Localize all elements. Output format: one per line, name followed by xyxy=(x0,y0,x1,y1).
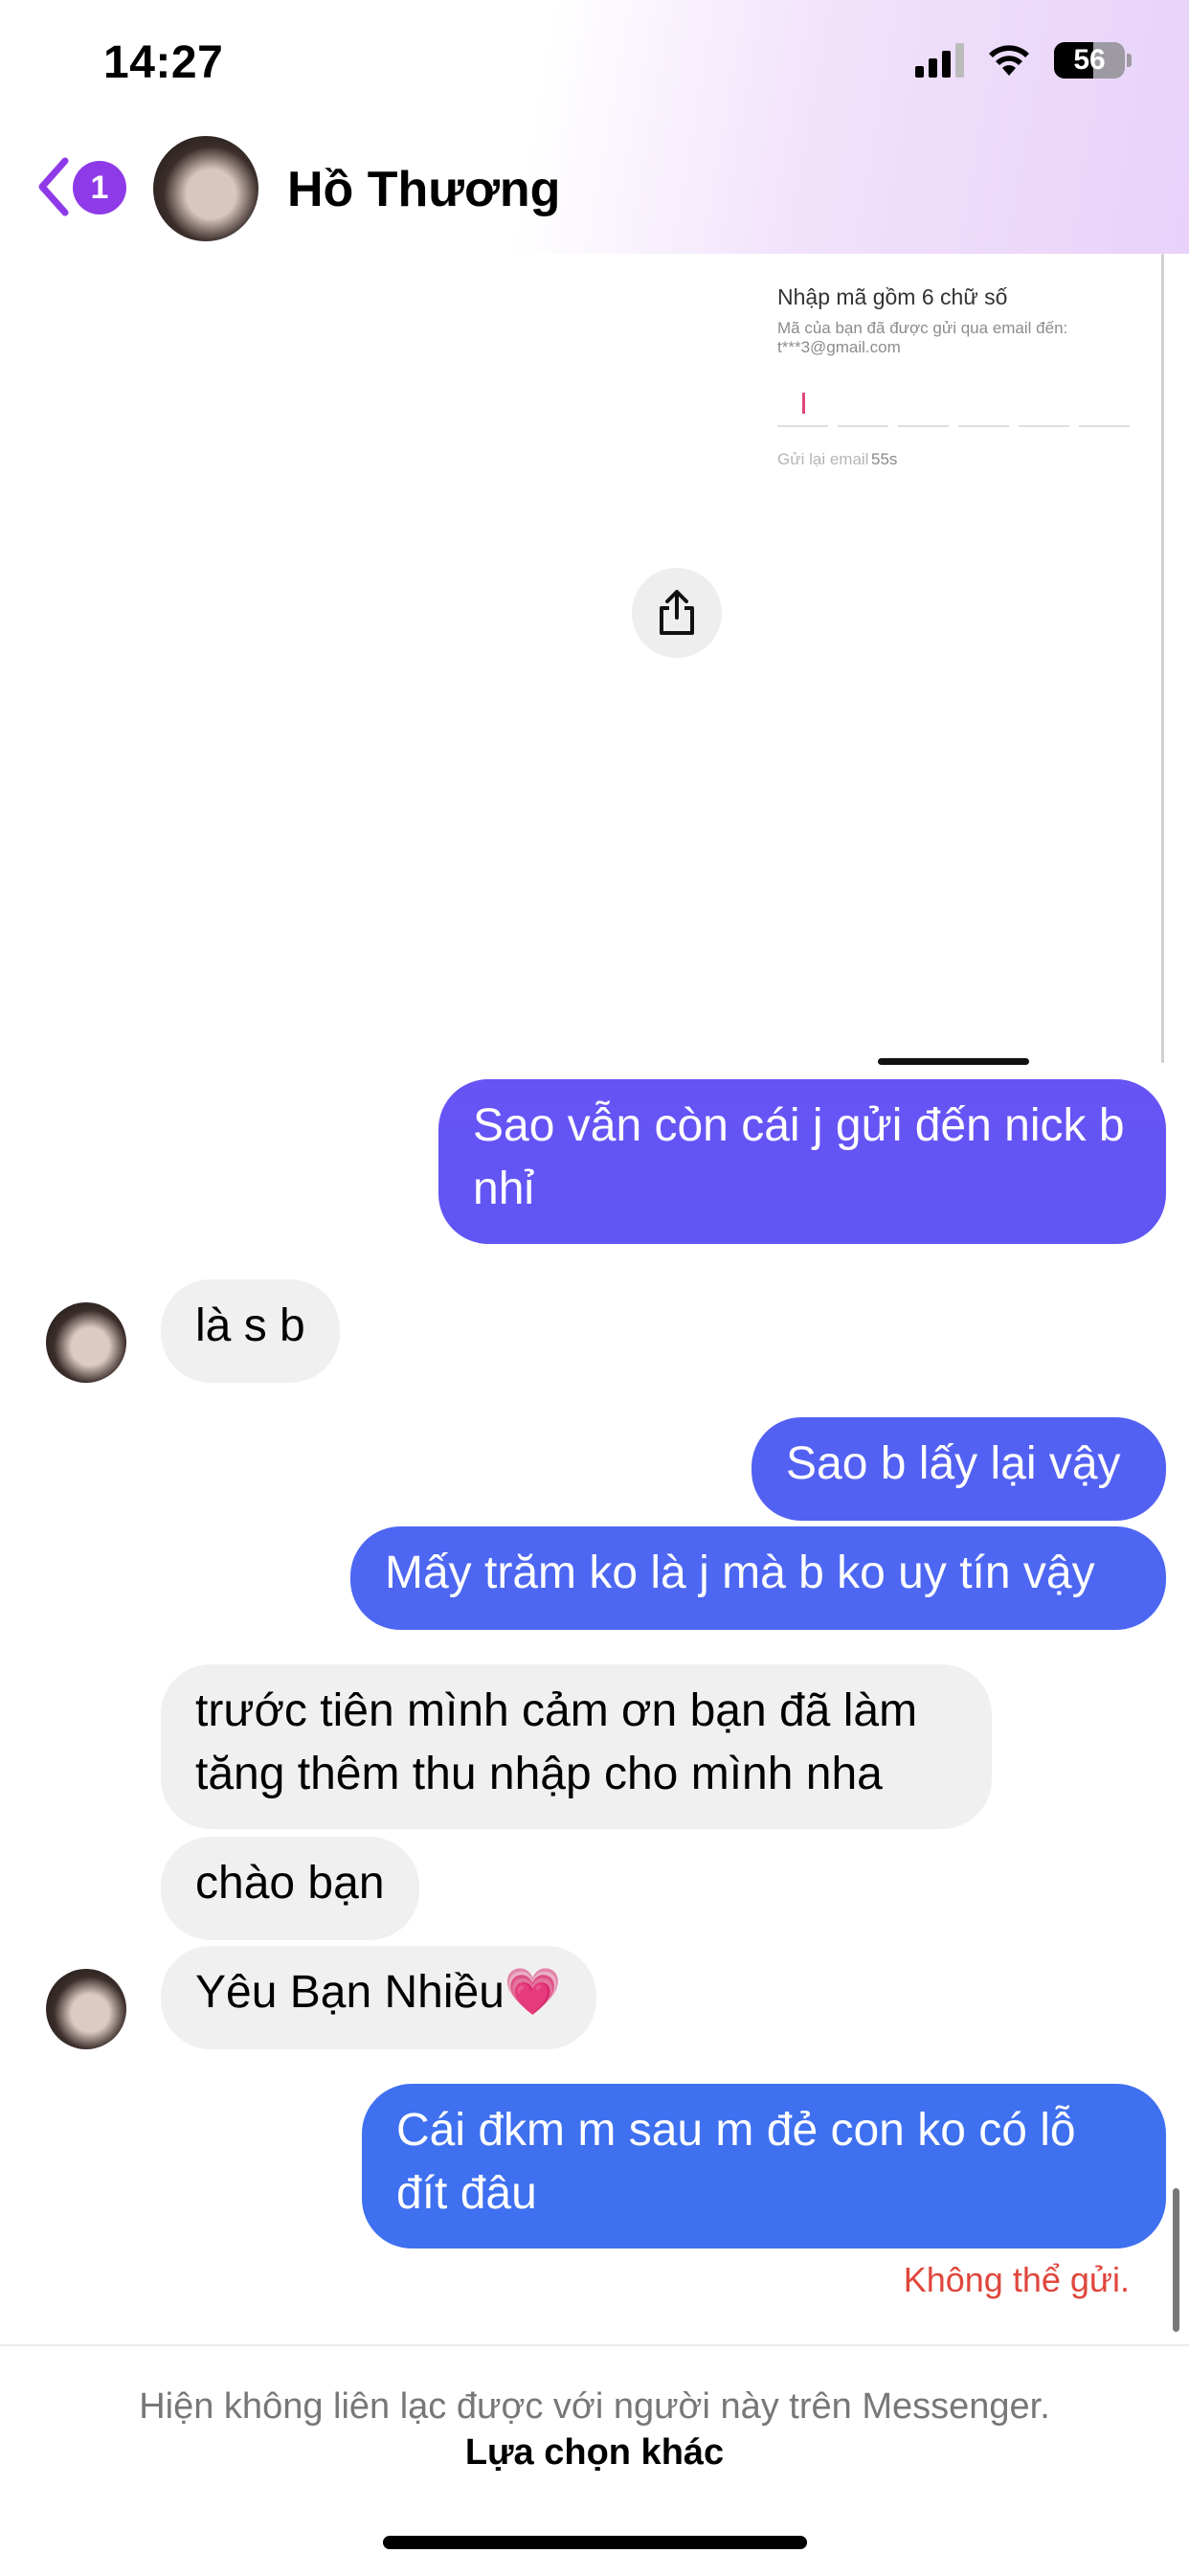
unread-badge[interactable]: 1 xyxy=(73,161,126,215)
verification-subtitle: Mã của bạn đã được gửi qua email đến: t*… xyxy=(777,319,1068,356)
message-bubble-outgoing[interactable]: Sao vẫn còn cái j gửi đến nick b nhỉ xyxy=(438,1079,1166,1244)
battery-percent: 56 xyxy=(1073,44,1106,76)
message-bubble-outgoing[interactable]: Sao b lấy lại vậy xyxy=(752,1417,1166,1521)
contact-avatar[interactable] xyxy=(153,136,258,241)
code-input-boxes xyxy=(777,383,1130,427)
battery-tip xyxy=(1127,54,1132,67)
send-failed-status[interactable]: Không thể gửi. xyxy=(904,2260,1130,2300)
back-arrow-icon[interactable] xyxy=(34,153,73,220)
message-bubble-incoming[interactable]: là s b xyxy=(161,1279,340,1383)
cellular-signal-icon xyxy=(915,43,964,78)
code-box xyxy=(838,383,888,427)
code-box xyxy=(1019,383,1069,427)
share-button[interactable] xyxy=(632,568,722,658)
message-bubble-incoming[interactable]: Yêu Bạn Nhiều💗 xyxy=(161,1946,596,2049)
contact-avatar-small[interactable] xyxy=(46,1302,126,1383)
battery-icon: 56 xyxy=(1054,42,1125,79)
contact-avatar-small[interactable] xyxy=(46,1969,126,2049)
code-box xyxy=(958,383,1009,427)
share-icon xyxy=(660,590,694,635)
home-indicator[interactable] xyxy=(383,2536,807,2549)
code-box xyxy=(777,383,828,427)
screenshot-content: Nhập mã gồm 6 chữ số Mã của bạn đã được … xyxy=(756,254,1168,733)
other-options-link[interactable]: Lựa chọn khác xyxy=(0,2432,1189,2474)
code-box xyxy=(898,383,949,427)
status-time: 14:27 xyxy=(103,37,224,88)
resend-email-label: Gửi lại email xyxy=(777,450,869,468)
screenshot-home-indicator xyxy=(878,1058,1029,1065)
code-box xyxy=(1079,383,1130,427)
status-icons: 56 xyxy=(915,42,1132,79)
message-bubble-incoming[interactable]: chào bạn xyxy=(161,1837,419,1940)
verification-title: Nhập mã gồm 6 chữ số xyxy=(777,284,1008,309)
wifi-icon xyxy=(989,45,1029,76)
shared-screenshot[interactable]: Nhập mã gồm 6 chữ số Mã của bạn đã được … xyxy=(0,254,1189,1068)
message-bubble-outgoing[interactable]: Mấy trăm ko là j mà b ko uy tín vậy xyxy=(350,1526,1166,1630)
scrollbar[interactable] xyxy=(1173,2188,1179,2332)
resend-timer: 55s xyxy=(871,450,898,468)
contact-name[interactable]: Hồ Thương xyxy=(287,161,560,218)
message-bubble-incoming[interactable]: trước tiên mình cảm ơn bạn đã làm tăng t… xyxy=(161,1664,992,1829)
message-bubble-outgoing[interactable]: Cái đkm m sau m đẻ con ko có lỗ đít đâu xyxy=(362,2084,1166,2248)
text-cursor xyxy=(802,393,805,414)
preview-scroll-edge xyxy=(1161,254,1164,1063)
unreachable-notice: Hiện không liên lạc được với người này t… xyxy=(139,2386,1050,2427)
header-bar: 14:27 56 1 Hồ Thương xyxy=(0,0,1189,254)
